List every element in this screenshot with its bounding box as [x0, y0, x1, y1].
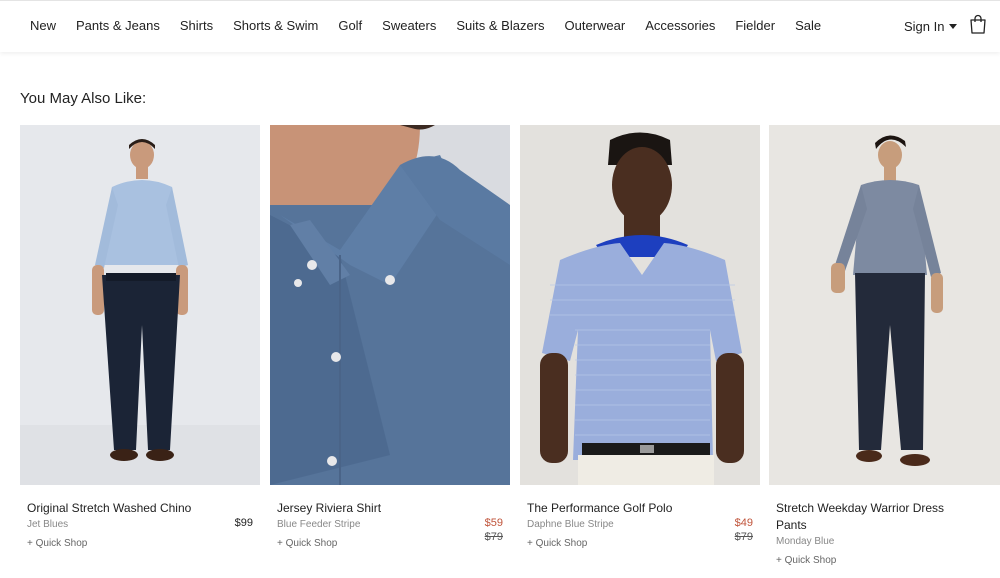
nav-item-shorts-swim[interactable]: Shorts & Swim	[233, 18, 318, 33]
product-info: Jersey Riviera Shirt $59 $79 Blue Feeder…	[270, 500, 510, 549]
main-nav: New Pants & Jeans Shirts Shorts & Swim G…	[30, 18, 841, 33]
product-grid: Original Stretch Washed Chino $99 Jet Bl…	[20, 125, 1000, 578]
product-image-golf-polo[interactable]	[520, 125, 760, 485]
product-image-dress-pants[interactable]	[769, 125, 1000, 485]
quick-shop-link[interactable]: + Quick Shop	[776, 555, 1000, 566]
quick-shop-link[interactable]: + Quick Shop	[277, 538, 503, 549]
product-image-riviera-shirt[interactable]	[270, 125, 510, 485]
quick-shop-link[interactable]: + Quick Shop	[27, 538, 253, 549]
product-price: $59 $79	[485, 516, 503, 544]
current-price: $99	[234, 517, 253, 529]
quick-shop-link[interactable]: + Quick Shop	[527, 538, 753, 549]
original-price: $79	[484, 531, 503, 543]
section-title: You May Also Like:	[20, 90, 147, 107]
nav-item-golf[interactable]: Golf	[338, 18, 362, 33]
original-price: $79	[734, 531, 753, 543]
product-name[interactable]: Original Stretch Washed Chino	[27, 500, 207, 517]
product-card: Stretch Weekday Warrior Dress Pants Mond…	[769, 125, 1000, 566]
product-price: $99	[235, 516, 253, 530]
product-card: Original Stretch Washed Chino $99 Jet Bl…	[20, 125, 260, 549]
product-color: Daphne Blue Stripe	[527, 519, 614, 530]
nav-item-pants-jeans[interactable]: Pants & Jeans	[76, 18, 160, 33]
product-price: $49 $79	[735, 516, 753, 544]
sale-price: $49	[734, 517, 753, 529]
nav-item-fielder[interactable]: Fielder	[735, 18, 775, 33]
product-info: The Performance Golf Polo $49 $79 Daphne…	[520, 500, 760, 549]
product-info: Original Stretch Washed Chino $99 Jet Bl…	[20, 500, 260, 549]
nav-item-sweaters[interactable]: Sweaters	[382, 18, 436, 33]
nav-item-new[interactable]: New	[30, 18, 56, 33]
product-color: Monday Blue	[776, 536, 835, 547]
product-name[interactable]: Stretch Weekday Warrior Dress Pants	[776, 500, 956, 534]
top-navigation-bar: New Pants & Jeans Shirts Shorts & Swim G…	[0, 0, 1000, 52]
nav-item-shirts[interactable]: Shirts	[180, 18, 213, 33]
product-image-chino[interactable]	[20, 125, 260, 485]
product-card: The Performance Golf Polo $49 $79 Daphne…	[520, 125, 760, 549]
product-card: Jersey Riviera Shirt $59 $79 Blue Feeder…	[270, 125, 510, 549]
sale-price: $59	[484, 517, 503, 529]
sign-in-label: Sign In	[904, 19, 945, 34]
sign-in-dropdown[interactable]: Sign In	[904, 19, 958, 34]
product-color: Jet Blues	[27, 519, 69, 530]
caret-down-icon	[949, 24, 958, 29]
product-color: Blue Feeder Stripe	[277, 519, 361, 530]
nav-item-accessories[interactable]: Accessories	[645, 18, 715, 33]
nav-item-outerwear[interactable]: Outerwear	[565, 18, 626, 33]
nav-item-suits-blazers[interactable]: Suits & Blazers	[456, 18, 544, 33]
nav-item-sale[interactable]: Sale	[795, 18, 821, 33]
product-name[interactable]: Jersey Riviera Shirt	[277, 500, 457, 517]
shopping-bag-icon[interactable]	[969, 14, 987, 34]
product-info: Stretch Weekday Warrior Dress Pants Mond…	[769, 500, 1000, 566]
product-name[interactable]: The Performance Golf Polo	[527, 500, 707, 517]
